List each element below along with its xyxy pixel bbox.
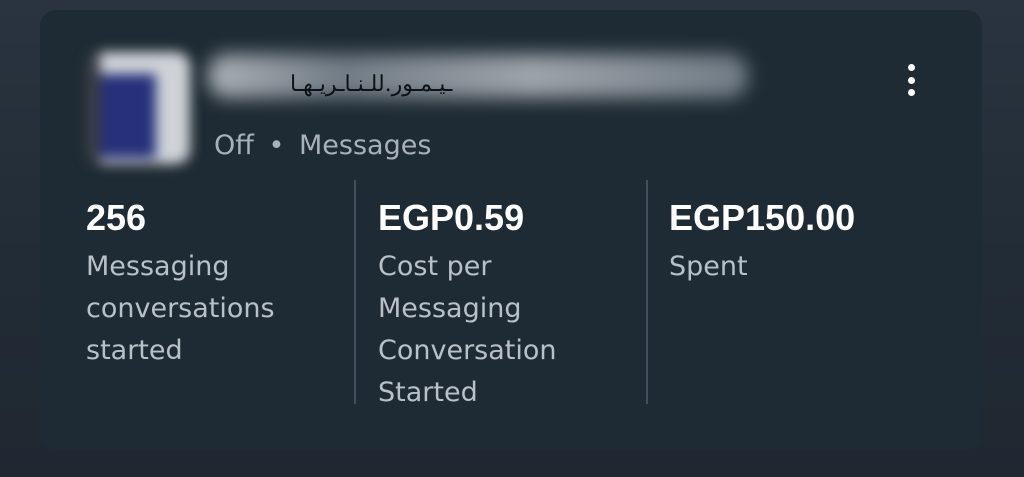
status-separator: • bbox=[268, 130, 285, 161]
metric-label: Cost per Messaging Conversation Started bbox=[378, 251, 557, 408]
metric-cost-per-conversation: EGP0.59 Cost per Messaging Conversation … bbox=[378, 194, 638, 414]
more-vertical-icon bbox=[907, 64, 915, 71]
campaign-status-line: Off • Messages bbox=[214, 130, 431, 161]
metric-value: 256 bbox=[86, 197, 147, 238]
metric-conversations: 256 Messaging conversations started bbox=[86, 194, 356, 372]
campaign-objective: Messages bbox=[298, 130, 432, 161]
campaign-thumbnail bbox=[86, 52, 190, 164]
metric-label: Spent bbox=[669, 251, 748, 282]
metric-value: EGP150.00 bbox=[669, 197, 856, 238]
campaign-card[interactable]: ـيـمـور.للـنـاـريـهـا Off • Messages 256… bbox=[40, 10, 982, 450]
metric-divider bbox=[354, 180, 356, 404]
metric-label: Messaging conversations started bbox=[86, 251, 275, 366]
metric-spent: EGP150.00 Spent bbox=[669, 194, 949, 288]
campaign-status: Off bbox=[214, 130, 254, 161]
more-options-button[interactable] bbox=[896, 58, 926, 102]
metric-value: EGP0.59 bbox=[378, 197, 525, 238]
campaign-name-script: ـيـمـور.للـنـاـريـهـا bbox=[290, 72, 453, 97]
metric-divider bbox=[646, 180, 648, 404]
campaign-name-redacted bbox=[208, 54, 748, 98]
